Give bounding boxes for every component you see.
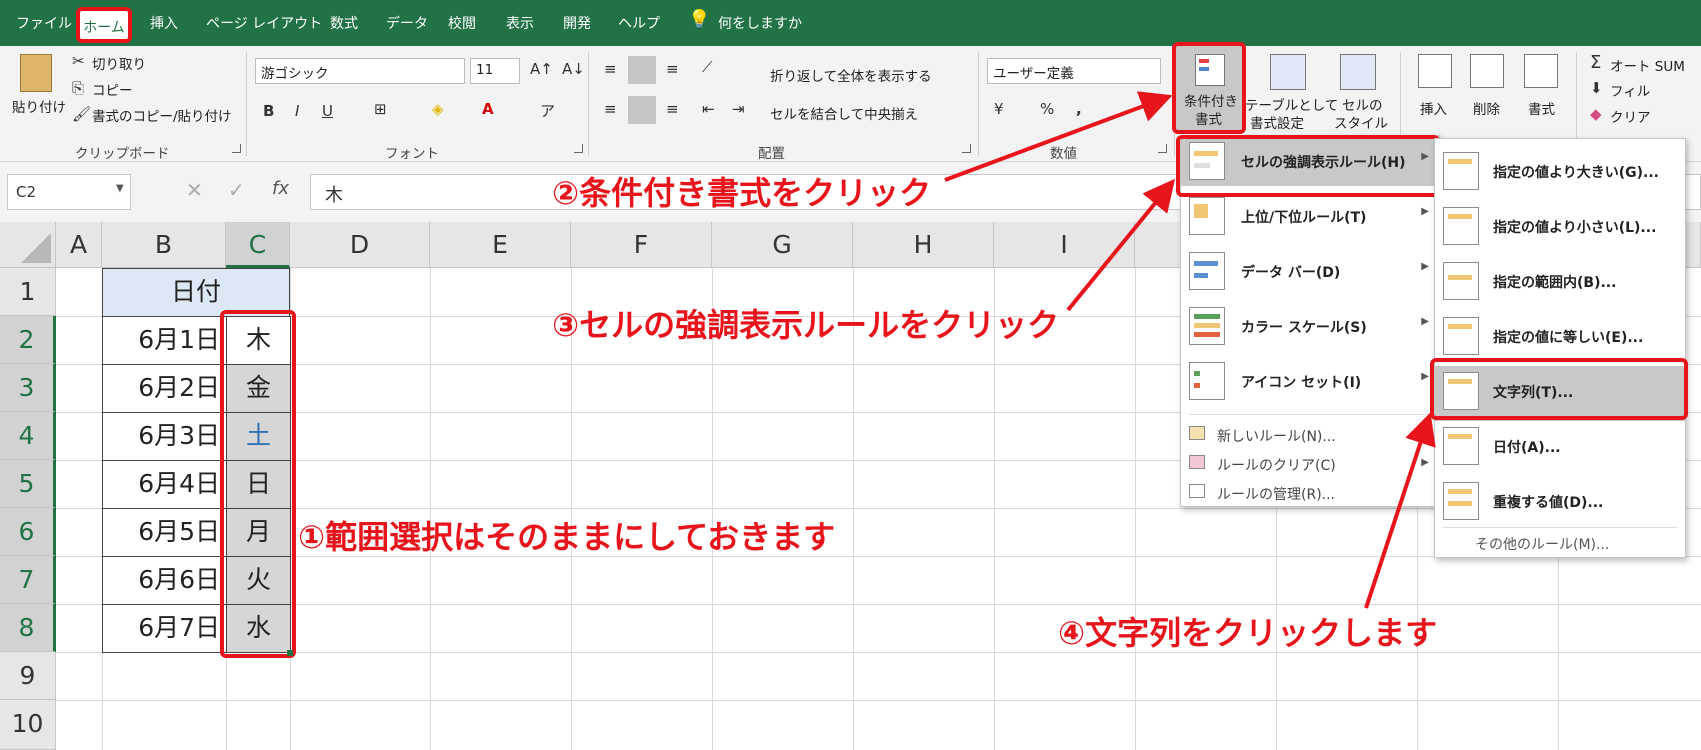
annotation-arrows [944,91,1436,609]
arrow-to-conditional-format [944,91,1173,182]
arrow-to-text-contains [1364,412,1436,609]
arrow-to-highlight-rules [1066,178,1176,312]
